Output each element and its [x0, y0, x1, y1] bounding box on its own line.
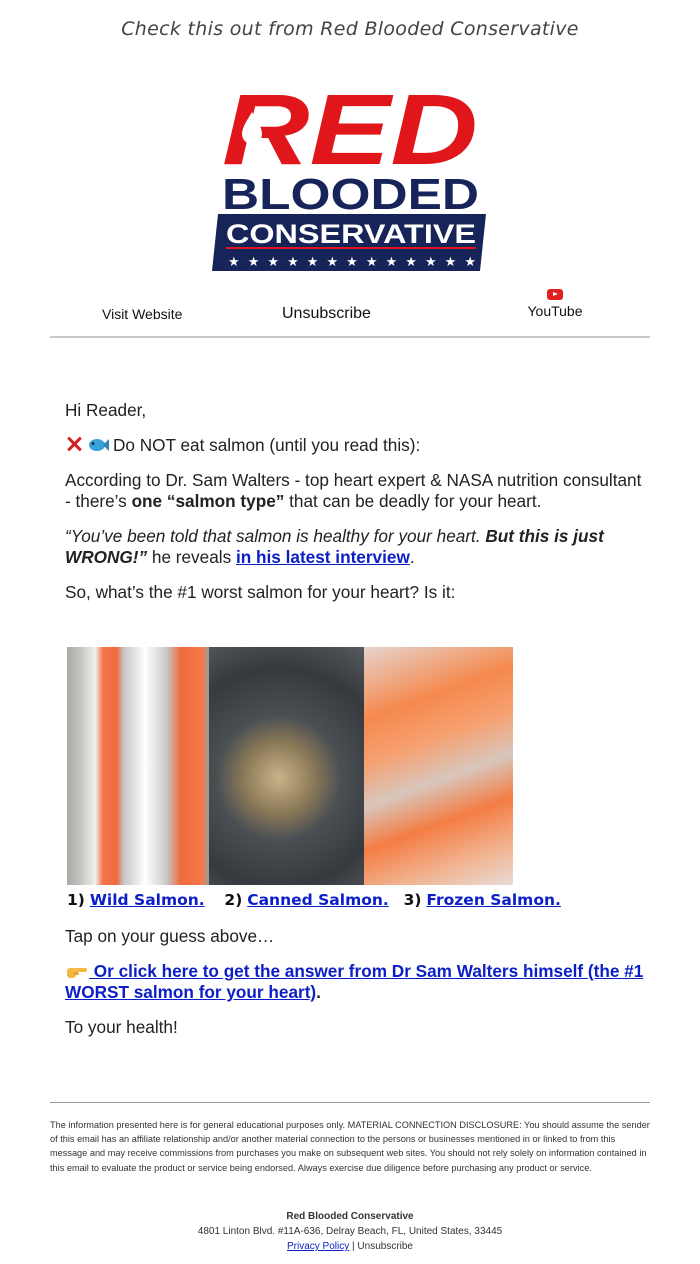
footer-signature: Red Blooded Conservative 4801 Linton Blv…	[0, 1209, 700, 1254]
quote-italic: “You’ve been told that salmon is healthy…	[65, 526, 486, 546]
email-body: Hi Reader, Do NOT eat salmon (until you …	[65, 400, 645, 617]
cross-mark-icon	[65, 435, 83, 453]
footer-address: 4801 Linton Blvd. #11A-636, Delray Beach…	[197, 1226, 503, 1237]
headline-text: Do NOT eat salmon (until you read this):	[113, 435, 421, 455]
footer-org-name: Red Blooded Conservative	[286, 1211, 414, 1222]
footer-unsubscribe-link[interactable]: Unsubscribe	[357, 1241, 413, 1252]
privacy-policy-link[interactable]: Privacy Policy	[287, 1241, 349, 1252]
question-text: So, what’s the #1 worst salmon for your …	[65, 582, 456, 602]
option-number: 1)	[67, 891, 85, 909]
red-blooded-conservative-logo[interactable]: RED BLOODED CONSERVATIVE ★★★★★★★★★★★★★	[212, 78, 488, 274]
interview-link[interactable]: in his latest interview	[236, 547, 410, 567]
youtube-icon	[547, 289, 563, 300]
header-nav: Visit Website Unsubscribe YouTube	[50, 284, 650, 338]
footer-divider	[50, 1102, 650, 1103]
cta-end: .	[316, 982, 321, 1002]
canned-salmon-photo[interactable]	[209, 647, 364, 885]
quote-end: .	[409, 547, 415, 567]
quote-rest: he reveals	[147, 547, 236, 567]
disclaimer-text: The information presented here is for ge…	[50, 1120, 650, 1173]
greeting: Hi Reader,	[65, 400, 147, 420]
tap-instruction: Tap on your guess above…	[65, 926, 275, 946]
fish-icon	[89, 439, 109, 451]
youtube-link[interactable]: YouTube	[527, 289, 583, 319]
logo-conservative-text: CONSERVATIVE	[226, 219, 476, 249]
preheader-text: Check this out from Red Blooded Conserva…	[121, 18, 579, 40]
cta-paragraph: Or click here to get the answer from Dr …	[65, 961, 645, 1003]
signoff: To your health!	[65, 1017, 178, 1037]
option-canned-salmon-link[interactable]: Canned Salmon.	[247, 891, 389, 909]
frozen-salmon-photo[interactable]	[364, 647, 513, 885]
visit-website-link[interactable]: Visit Website	[102, 306, 182, 322]
youtube-label: YouTube	[527, 303, 583, 319]
intro-text-b: that can be deadly for your heart.	[284, 491, 542, 511]
intro-paragraph: According to Dr. Sam Walters - top heart…	[65, 470, 645, 512]
quote-paragraph: “You’ve been told that salmon is healthy…	[65, 526, 645, 568]
option-number: 3)	[403, 891, 422, 909]
salmon-option-captions: 1) Wild Salmon. 2) Canned Salmon. 3) Fro…	[67, 891, 561, 909]
intro-emphasis: one “salmon type”	[131, 491, 285, 511]
wild-salmon-photo[interactable]	[67, 647, 209, 885]
logo-blooded-text: BLOODED	[222, 170, 479, 219]
pointing-hand-icon	[67, 968, 87, 978]
headline: Do NOT eat salmon (until you read this):	[65, 435, 645, 456]
option-wild-salmon-link[interactable]: Wild Salmon.	[90, 891, 205, 909]
answer-cta-link[interactable]: Or click here to get the answer from Dr …	[65, 961, 643, 1002]
logo-stripe	[226, 247, 476, 249]
salmon-options-image[interactable]	[67, 647, 513, 885]
option-number: 2)	[224, 891, 243, 909]
email-body-continued: Tap on your guess above… Or click here t…	[65, 926, 645, 1052]
option-frozen-salmon-link[interactable]: Frozen Salmon.	[426, 891, 561, 909]
unsubscribe-link[interactable]: Unsubscribe	[282, 305, 371, 323]
footer-links: Privacy Policy | Unsubscribe	[0, 1239, 700, 1254]
